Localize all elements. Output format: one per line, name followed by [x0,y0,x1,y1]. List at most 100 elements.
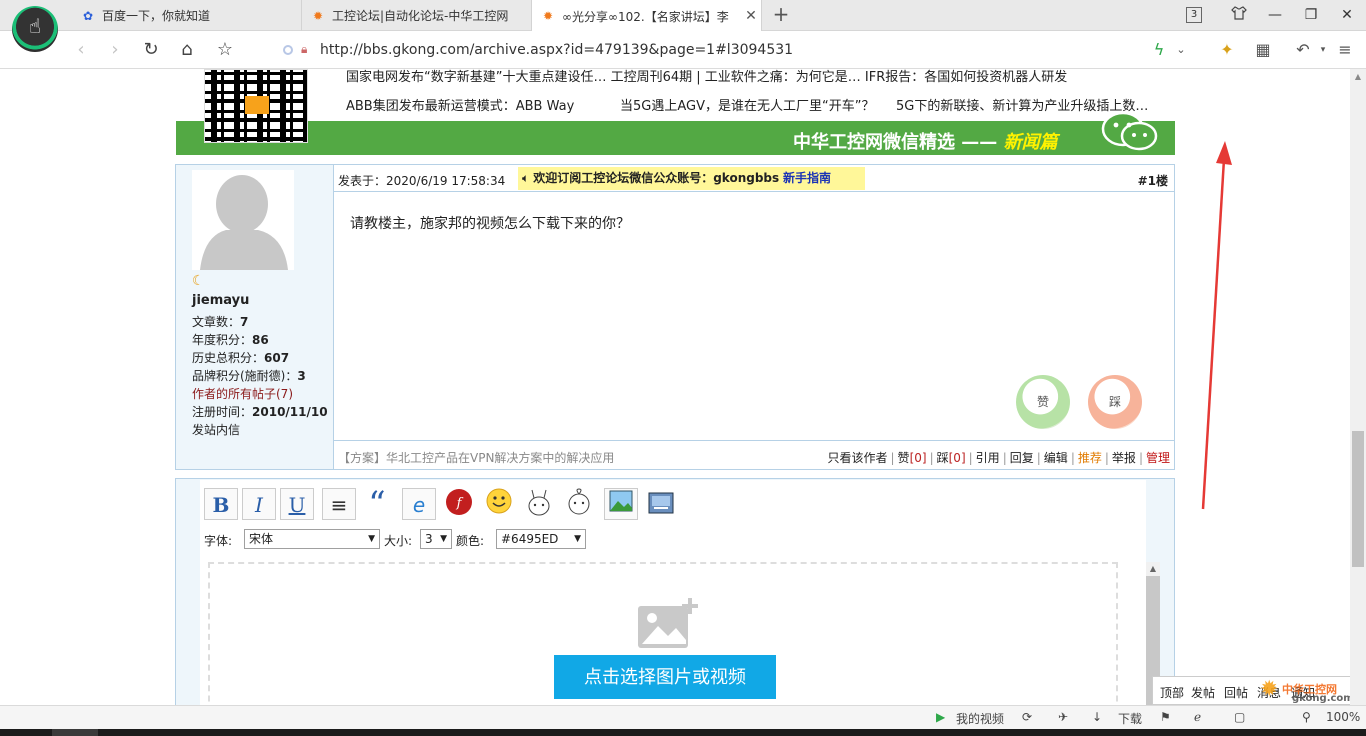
align-center-button[interactable]: ≡ [322,488,356,520]
author-all-posts-link[interactable]: 作者的所有帖子(7) [192,385,293,402]
media-drop-area[interactable]: 点击选择图片或视频 [208,562,1118,705]
send-message-link[interactable]: 发站内信 [192,421,240,438]
red-annotation-arrow [1201,141,1232,510]
extension-puzzle-icon[interactable]: ✦ [1216,39,1238,61]
tab-close-icon[interactable]: ✕ [741,8,761,24]
back-button[interactable]: ‹ [70,39,92,61]
newbie-guide-link[interactable]: 新手指南 [783,171,831,185]
news-line-1[interactable]: 国家电网发布“数字新基建”十大重点建设任… 工控周刊64期 | 工业软件之痛：为… [346,69,1067,85]
insert-link-icon[interactable]: e [402,488,436,520]
page-scrollbar[interactable]: ▲ [1350,69,1366,705]
qr-code-image [204,69,308,143]
maximize-button[interactable]: ❐ [1300,5,1322,25]
address-bar-input[interactable] [276,36,1196,64]
dropdown-arrow-icon: ▼ [368,534,375,544]
bold-button[interactable]: B [204,488,238,520]
lightning-speed-icon[interactable]: ϟ [1148,39,1170,61]
taskbar-item[interactable] [52,729,98,736]
edit-link[interactable]: 编辑 [1044,451,1068,465]
zoom-icon[interactable]: ⚲ [1302,710,1311,724]
emoticon-rabbit-icon[interactable] [522,488,556,520]
quote-button[interactable]: “ [360,487,394,521]
wechat-news-banner[interactable]: 国家电网发布“数字新基建”十大重点建设任… 工控周刊64期 | 工业软件之痛：为… [176,69,1175,155]
italic-button[interactable]: I [242,488,276,520]
shirt-skin-icon[interactable] [1228,5,1250,25]
insert-media-icon[interactable] [644,488,678,520]
screenshot-icon[interactable]: ▢ [1234,710,1245,724]
gear-logo-icon: ✹ [1260,677,1279,702]
undo-dropdown-icon[interactable]: ▾ [1312,39,1334,61]
color-select[interactable]: #6495ED ▼ [496,529,586,549]
gkong-gear-icon: ✹ [312,8,324,23]
banner-title-main: 中华工控网微信精选 —— [793,132,998,153]
author-name[interactable]: jiemayu [192,293,249,308]
news-item-abb[interactable]: ABB集团发布最新运营模式：ABB Way [346,95,574,114]
add-image-icon [638,598,698,648]
scroll-thumb[interactable] [1352,431,1364,567]
avatar[interactable] [192,170,294,270]
size-select[interactable]: 3 ▼ [420,529,452,549]
stat-brand-score: 品牌积分(施耐德)：3 [192,369,306,383]
apps-grid-icon[interactable]: ▦ [1252,39,1274,61]
close-window-button[interactable]: ✕ [1336,5,1358,25]
stat-total-score: 历史总积分：607 [192,351,290,365]
my-video-link[interactable]: 我的视频 [956,710,1004,727]
download-arrow-icon[interactable]: ↓ [1092,710,1102,724]
reply-link[interactable]: 回复 [1010,451,1034,465]
insert-image-icon[interactable] [604,488,638,520]
new-post-link[interactable]: 发帖 [1191,684,1215,701]
hand-logo-icon: ☝ [28,14,42,38]
speedup-icon[interactable]: ⟳ [1022,710,1032,724]
like-count: [0] [909,451,927,465]
scroll-up-arrow-icon[interactable]: ▲ [1350,69,1366,85]
download-link[interactable]: 下载 [1118,710,1142,727]
flag-icon[interactable]: ⚑ [1160,710,1171,724]
recommend-link[interactable]: 推荐 [1078,451,1102,465]
flash-icon[interactable]: f [442,488,476,520]
minimize-button[interactable]: — [1264,5,1286,25]
zoom-level[interactable]: 100% [1326,710,1360,724]
post-actions: 只看该作者 | 赞[0] | 踩[0] | 引用 | 回复 | 编辑 | 推荐 | 举报 | 管理 [827,451,1170,465]
vote-down-button[interactable]: 踩 [1088,375,1142,429]
refresh-button[interactable]: ↻ [140,39,162,61]
home-button[interactable]: ⌂ [176,39,198,61]
report-link[interactable]: 举报 [1112,451,1136,465]
color-label: 颜色: [456,534,485,548]
go-top-link[interactable]: 顶部 [1160,684,1184,701]
browser-status-bar: ▶ 我的视频 ⟳ ✈ ↓ 下载 ⚑ ℯ ▢ ⚲ 100% [0,705,1366,729]
underline-button[interactable]: U [280,488,314,520]
banner-title-em: 新闻篇 [1003,132,1058,153]
font-select[interactable]: 宋体 ▼ [244,529,380,549]
tab-current-thread[interactable]: ✹ ∞光分享∞102.【名家讲坛】李 ✕ [532,0,762,32]
tab-gkong-forum[interactable]: ✹ 工控论坛|自动化论坛-中华工控网 [302,0,532,31]
main-menu-icon[interactable]: ≡ [1334,39,1356,61]
tab-count-badge[interactable]: 3 [1186,7,1202,23]
ad-solution-link[interactable]: 【方案】华北工控产品在VPN解决方案中的解决应用 [338,449,614,466]
smiley-icon[interactable] [482,488,516,520]
quote-link[interactable]: 引用 [976,451,1000,465]
floor-number[interactable]: #1楼 [1138,172,1168,189]
video-play-icon[interactable]: ▶ [936,710,945,724]
chevron-down-icon[interactable]: ⌄ [1170,39,1192,61]
tab-baidu[interactable]: ✿ 百度一下，你就知道 [72,0,302,31]
editor-panel: B I U ≡ “ e f 字体: 宋体 ▼ 大小: 3 ▼ 颜色: #6495… [200,480,1160,705]
emoticon-onion-icon[interactable] [562,488,596,520]
vote-up-button[interactable]: 赞 [1016,375,1070,429]
news-item-5g-agv[interactable]: 当5G遇上AGV，是谁在无人工厂里“开车”？ [620,95,874,114]
only-author-link[interactable]: 只看该作者 [827,451,887,465]
tab-label: 工控论坛|自动化论坛-中华工控网 [332,9,509,23]
ie-mode-icon[interactable]: ℯ [1194,710,1201,724]
undo-close-icon[interactable]: ↶ [1292,39,1314,61]
new-tab-button[interactable]: + [770,4,792,26]
wechat-notice: 🔈︎ 欢迎订阅工控论坛微信公众账号：gkongbbs 新手指南 [518,167,865,190]
browser-logo[interactable]: ☝ [12,6,58,52]
pin-icon[interactable]: ✈ [1058,710,1068,724]
favorite-star-button[interactable]: ☆ [214,39,236,61]
like-link[interactable]: 赞 [898,451,910,465]
forward-button[interactable]: › [104,39,126,61]
post-content-panel: 发表于：2020/6/19 17:58:34 🔈︎ 欢迎订阅工控论坛微信公众账号：… [334,165,1174,469]
dislike-link[interactable]: 踩 [937,451,949,465]
scroll-up-arrow-icon[interactable]: ▲ [1146,562,1160,576]
pick-media-button[interactable]: 点击选择图片或视频 [554,655,776,699]
manage-link[interactable]: 管理 [1146,451,1170,465]
